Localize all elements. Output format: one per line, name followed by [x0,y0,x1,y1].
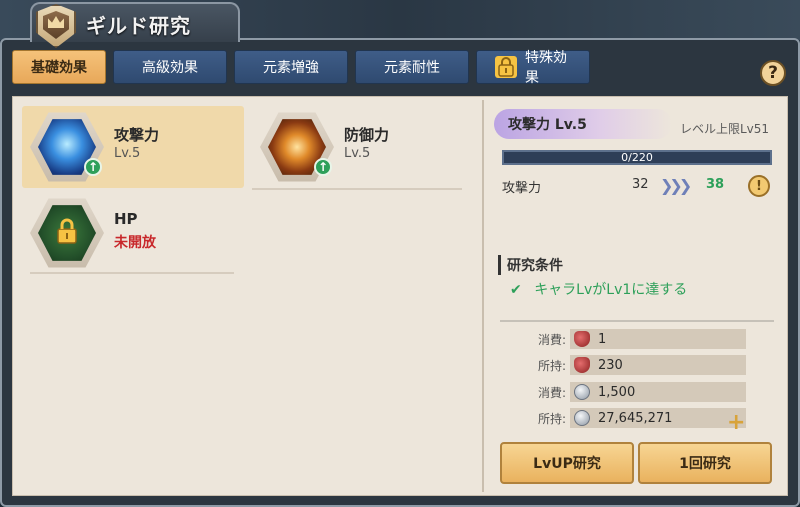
add-coins-button[interactable]: + [727,410,745,435]
stat-next-value: 38 [706,177,725,192]
skill-level: Lv.5 [344,146,371,161]
detail-title: 攻撃力 Lv.5 [494,109,672,139]
skill-divider [252,188,462,190]
resource-label: 所持: [537,411,566,426]
section-divider [500,320,774,322]
divider [482,100,484,492]
stat-label: 攻撃力 [502,181,542,196]
tab-basic-effects[interactable]: 基礎効果 [12,50,106,84]
resource-label: 消費: [537,385,566,400]
resource-row: 消費: 1,500 [530,382,746,402]
silver-coin-icon [574,410,590,426]
resource-value: 27,645,271 [598,410,673,426]
progress-text: 0/220 [621,151,653,164]
tab-advanced-effects[interactable]: 高級効果 [113,50,227,84]
level-cap-text: レベル上限Lv51 [680,122,770,136]
info-warning-icon[interactable]: ! [748,175,770,197]
skill-name: HP [114,210,138,228]
check-icon: ✔ [510,282,522,298]
tab-bar: 基礎効果 高級効果 元素増強 元素耐性 特殊効果 [12,50,590,86]
resource-value-box: 230 [570,355,746,375]
skill-divider [30,272,234,274]
lock-icon [55,218,79,248]
tab-label: 元素増強 [263,60,319,76]
lvup-research-button[interactable]: LvUP研究 [500,442,634,484]
research-progress-bar: 0/220 [502,150,772,165]
tab-special-effects[interactable]: 特殊効果 [476,50,590,86]
skill-card-attack[interactable]: ↑ 攻撃力 Lv.5 [22,106,244,188]
resource-label: 消費: [537,332,566,347]
tab-label: 高級効果 [142,60,198,76]
resource-label: 所持: [537,358,566,373]
single-research-button[interactable]: 1回研究 [638,442,772,484]
resource-value: 1 [598,331,607,347]
skill-card-defense[interactable]: ↑ 防御力 Lv.5 [252,106,474,188]
tab-label: 元素耐性 [384,60,440,76]
condition-item: ✔ キャラLvがLv1に達する [510,279,687,299]
skill-level: Lv.5 [114,146,141,161]
skill-locked-status: 未開放 [114,235,156,251]
tab-element-boost[interactable]: 元素増強 [234,50,348,84]
arrow-right-icon: ❯❯❯ [660,176,692,195]
stat-current-value: 32 [632,177,649,192]
resource-row: 所持: 27,645,271 [530,408,746,428]
upgrade-arrow-icon: ↑ [314,158,332,176]
upgrade-arrow-icon: ↑ [84,158,102,176]
page-title: ギルド研究 [86,14,191,38]
condition-heading: 研究条件 [498,255,563,275]
resource-value: 230 [598,357,623,373]
resource-value: 1,500 [598,384,636,400]
heart-token-icon [574,357,590,373]
help-icon[interactable]: ? [760,60,786,86]
heart-token-icon [574,331,590,347]
silver-coin-icon [574,384,590,400]
skill-card-hp[interactable]: HP 未開放 [22,192,244,274]
resource-row: 所持: 230 [530,355,746,375]
resource-value-box: 27,645,271 [570,408,746,428]
skill-name: 防御力 [344,126,390,144]
skill-name: 攻撃力 [114,126,160,144]
condition-text: キャラLvがLv1に達する [534,282,688,298]
lock-icon [495,56,517,78]
tab-element-resist[interactable]: 元素耐性 [355,50,469,84]
resource-value-box: 1,500 [570,382,746,402]
tab-label: 特殊効果 [525,50,567,86]
resource-row: 消費: 1 [530,329,746,349]
resource-value-box: 1 [570,329,746,349]
tab-label: 基礎効果 [31,60,87,76]
